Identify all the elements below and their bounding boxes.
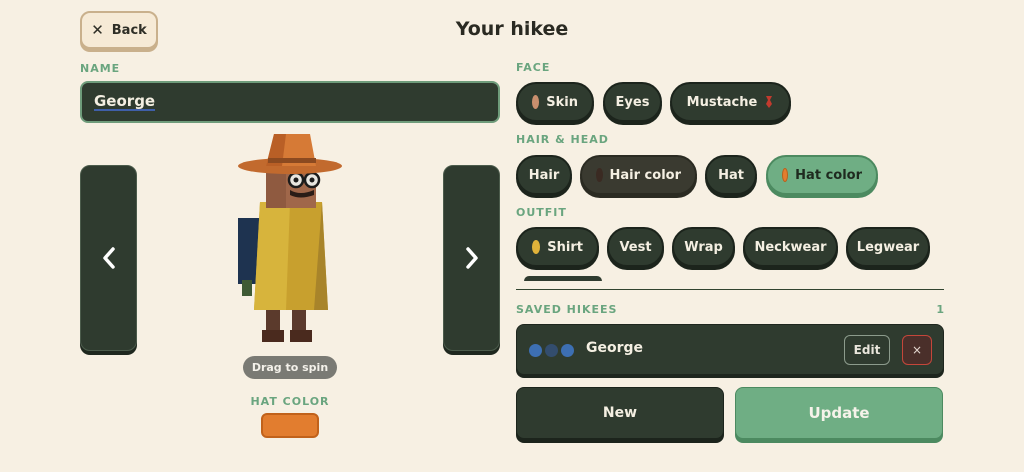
chip-skin[interactable]: Skin (516, 82, 594, 122)
name-label: NAME (80, 62, 121, 75)
delete-button[interactable]: × (902, 335, 932, 365)
chip-hair[interactable]: Hair (516, 155, 572, 195)
outfit-label: OUTFIT (516, 206, 567, 219)
name-value: George (94, 92, 156, 111)
saved-hikees-label: SAVED HIKEES (516, 303, 618, 316)
chevron-left-icon (102, 247, 115, 269)
face-label: FACE (516, 61, 551, 74)
left-boot (262, 330, 284, 342)
skin-swatch (532, 95, 540, 109)
shirt-swatch (532, 240, 541, 254)
edit-button[interactable]: Edit (844, 335, 890, 365)
chevron-right-icon (465, 247, 478, 269)
new-button[interactable]: New (516, 387, 724, 439)
close-icon: × (911, 343, 923, 357)
saved-count: 1 (936, 303, 944, 316)
hat-color-swatch[interactable] (261, 413, 319, 438)
chip-mustache[interactable]: Mustache (670, 82, 791, 122)
drag-to-spin-hint: Drag to spin (243, 356, 337, 379)
chip-shirt[interactable]: Shirt (516, 227, 599, 267)
backpack-strap (242, 280, 252, 296)
previous-button[interactable] (80, 165, 137, 351)
hikee-character-preview[interactable] (230, 130, 350, 352)
chip-vest[interactable]: Vest (607, 227, 664, 267)
chip-legwear[interactable]: Legwear (846, 227, 930, 267)
saved-hikee-colors (529, 344, 574, 357)
update-button[interactable]: Update (735, 387, 943, 439)
mustache-icon (766, 96, 773, 108)
chip-hair-color[interactable]: Hair color (580, 155, 697, 195)
hair-color-swatch (596, 168, 603, 182)
hair-head-label: HAIR & HEAD (516, 133, 609, 146)
divider (516, 289, 944, 290)
saved-hikee-row[interactable]: George Edit × (516, 324, 944, 375)
right-boot (290, 330, 312, 342)
hikee-editor: ✕ Back Your hikee NAME George Drag to sp… (0, 0, 1024, 472)
chip-overflow-peek[interactable] (524, 276, 602, 281)
page-title: Your hikee (455, 18, 569, 40)
hat-color-label: HAT COLOR (250, 395, 330, 408)
next-button[interactable] (443, 165, 500, 351)
chip-eyes[interactable]: Eyes (603, 82, 662, 122)
chip-neckwear[interactable]: Neckwear (743, 227, 838, 267)
saved-hikee-name: George (586, 340, 644, 356)
chip-hat[interactable]: Hat (705, 155, 757, 195)
hat-color-chip-swatch (782, 168, 789, 182)
chip-wrap[interactable]: Wrap (672, 227, 735, 267)
chip-hat-color[interactable]: Hat color (766, 155, 878, 195)
name-input[interactable]: George (80, 81, 500, 123)
